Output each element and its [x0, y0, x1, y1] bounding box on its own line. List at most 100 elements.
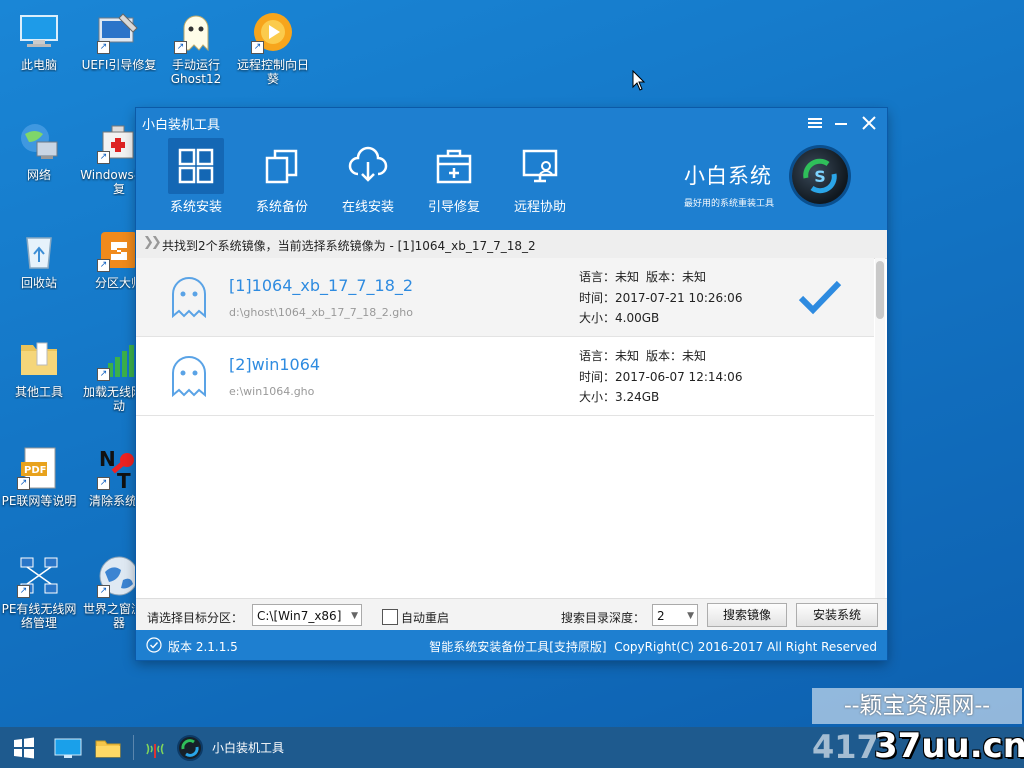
brand-logo-icon: S — [792, 148, 848, 204]
image-time: 时间：2017-07-21 10:26:06 — [579, 291, 743, 305]
wifi-antenna-icon — [146, 743, 164, 758]
windows-logo-icon — [14, 737, 34, 758]
auto-reboot-label: 自动重启 — [401, 611, 450, 625]
search-depth-label: 搜索目录深度： — [561, 611, 646, 625]
desktop-icon-other-tools[interactable]: 其他工具 — [0, 337, 78, 399]
window-header: 小白装机工具 系统安装 系统备份 在线安装 引导修复 远程协助 小白系统 最好用的系统重… — [136, 108, 887, 230]
toolbar-online-install[interactable]: 在线安装 — [330, 138, 406, 218]
brand-slogan: 最好用的系统重装工具 — [684, 199, 775, 209]
toolbar-label: 系统备份 — [255, 200, 308, 215]
globe-icon: ↗ — [97, 554, 141, 598]
version-text: 版本 2.1.1.5 — [168, 640, 238, 654]
remote-monitor-icon — [512, 138, 568, 194]
menu-icon[interactable] — [804, 112, 826, 134]
copy-icon — [254, 138, 310, 194]
copyright-text: 智能系统安装备份工具[支持原版] CopyRight(C) 2016-2017 … — [429, 640, 877, 654]
shortcut-arrow-icon: ↗ — [97, 585, 110, 598]
image-name[interactable]: [1]1064_xb_17_7_18_2 — [229, 276, 413, 295]
install-system-button[interactable]: 安装系统 — [796, 603, 878, 627]
target-partition-select[interactable]: C:\[Win7_x86] ▼ — [252, 604, 362, 626]
desktop-icon-ghost[interactable]: ↗ 手动运行Ghost12 — [157, 10, 235, 86]
image-name[interactable]: [2]win1064 — [229, 355, 320, 374]
network-topology-icon: ↗ — [17, 554, 61, 598]
image-version: 版本：未知 — [646, 349, 707, 363]
desktop-icon-uefi[interactable]: ↗ UEFI引导修复 — [80, 10, 158, 72]
target-partition-value: C:\[Win7_x86] — [257, 609, 342, 623]
app-window: 小白装机工具 系统安装 系统备份 在线安装 引导修复 远程协助 小白系统 最好用的系统重… — [136, 108, 887, 660]
minimize-icon[interactable] — [830, 112, 852, 134]
shortcut-arrow-icon: ↗ — [97, 259, 110, 272]
image-path: e:\win1064.gho — [229, 385, 315, 398]
checkmark-icon — [798, 280, 842, 315]
toolbar-label: 在线安装 — [341, 200, 394, 215]
desktop-icon-recycle[interactable]: 回收站 — [0, 228, 78, 290]
windows-grid-icon — [168, 138, 224, 194]
desktop-icon-label: 网络 — [26, 168, 51, 182]
desktop-icon-this-pc[interactable]: 此电脑 — [0, 10, 78, 72]
desktop-icon-label: 回收站 — [20, 276, 57, 290]
taskbar-divider — [133, 735, 134, 760]
start-button[interactable] — [0, 727, 48, 768]
image-path: d:\ghost\1064_xb_17_7_18_2.gho — [229, 306, 413, 319]
brand-name: 小白系统 — [684, 164, 772, 188]
desktop-icon-label: 其他工具 — [14, 385, 63, 399]
image-size: 大小：4.00GB — [579, 311, 660, 325]
bottom-bar: 请选择目标分区： C:\[Win7_x86] ▼ 自动重启 搜索目录深度： 2 … — [136, 598, 887, 631]
desktop-icon-pe-wifi-mgr[interactable]: ↗ PE有线无线网络管理 — [0, 554, 78, 630]
folder-icon — [95, 740, 121, 757]
toolbar-sys-backup[interactable]: 系统备份 — [244, 138, 320, 218]
image-language: 语言：未知 — [579, 270, 640, 284]
watermark-line3: 37uu.cn — [874, 726, 1024, 766]
desktop-icon-label: 此电脑 — [20, 58, 57, 72]
sunflower-icon: ↗ — [251, 10, 295, 54]
uefi-repair-icon: ↗ — [97, 10, 141, 54]
recycle-bin-icon — [17, 228, 61, 272]
desktop-taskbar-button[interactable] — [48, 727, 88, 768]
search-depth-value: 2 — [657, 609, 665, 623]
mouse-cursor-icon — [632, 70, 646, 91]
shortcut-arrow-icon: ↗ — [174, 41, 187, 54]
app-taskbar-button[interactable]: 小白装机工具 — [176, 727, 296, 768]
toolbar-label: 引导修复 — [427, 200, 480, 215]
toolbar-sys-install[interactable]: 系统安装 — [158, 138, 234, 218]
ghost-icon — [172, 356, 206, 397]
toolbox-icon — [426, 138, 482, 194]
monitor-icon — [54, 738, 82, 758]
svg-text:N: N — [99, 447, 116, 471]
auto-reboot-checkbox[interactable] — [382, 609, 398, 625]
status-bar: 版本 2.1.1.5 智能系统安装备份工具[支持原版] CopyRight(C)… — [136, 630, 887, 660]
desktop-icon-label: 远程控制向日葵 — [236, 58, 309, 86]
chevron-down-icon: ▼ — [351, 611, 358, 621]
key-icon: N T ↗ — [97, 446, 141, 493]
shortcut-arrow-icon: ↗ — [17, 477, 30, 490]
toolbar-remote-help[interactable]: 远程协助 — [502, 138, 578, 218]
desktop-icon-remote-sun[interactable]: ↗ 远程控制向日葵 — [234, 10, 312, 86]
search-image-button[interactable]: 搜索镜像 — [707, 603, 787, 627]
image-language: 语言：未知 — [579, 349, 640, 363]
toolbar-boot-repair[interactable]: 引导修复 — [416, 138, 492, 218]
list-scrollbar[interactable] — [875, 258, 885, 598]
desktop-icon-network[interactable]: 网络 — [0, 120, 78, 182]
ghost-icon — [172, 277, 206, 318]
close-icon[interactable] — [858, 112, 880, 134]
image-list-item[interactable]: [2]win1064 e:\win1064.gho 语言：未知 版本：未知 时间：201… — [136, 337, 874, 416]
image-list-item[interactable]: [1]1064_xb_17_7_18_2 d:\ghost\1064_xb_17_… — [136, 258, 874, 337]
search-depth-select[interactable]: 2 ▼ — [652, 604, 698, 626]
explorer-taskbar-button[interactable] — [88, 727, 128, 768]
shortcut-arrow-icon: ↗ — [97, 151, 110, 164]
toolbar-label: 远程协助 — [513, 200, 566, 215]
target-partition-label: 请选择目标分区： — [147, 611, 244, 625]
svg-text:PDF: PDF — [24, 465, 46, 476]
desktop-icon-label: PE联网等说明 — [1, 494, 77, 508]
double-chevron-icon: ❯❯ — [143, 235, 162, 250]
image-list: [1]1064_xb_17_7_18_2 d:\ghost\1064_xb_17_… — [136, 258, 874, 598]
shortcut-arrow-icon: ↗ — [97, 368, 110, 381]
shortcut-arrow-icon: ↗ — [97, 41, 110, 54]
desktop-icon-pe-network-doc[interactable]: PDF ↗ PE联网等说明 — [0, 446, 78, 508]
desktop-icon-label: PE有线无线网络管理 — [1, 602, 77, 630]
toolbar-label: 系统安装 — [169, 200, 222, 215]
scrollbar-thumb[interactable] — [876, 261, 884, 319]
folder-icon — [17, 337, 61, 381]
wifi-taskbar-button[interactable] — [137, 727, 173, 768]
info-text: 共找到2个系统镜像，当前选择系统镜像为 - [1]1064_xb_17_7_18… — [162, 239, 536, 253]
